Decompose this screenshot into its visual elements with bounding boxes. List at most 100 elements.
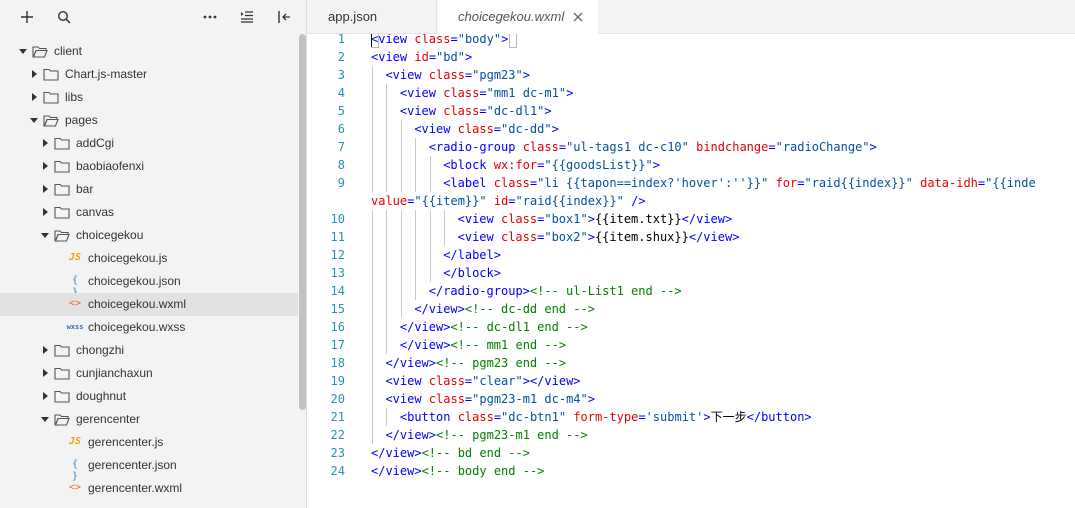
- chevron-right-icon[interactable]: [29, 69, 39, 79]
- chevron-right-icon[interactable]: [40, 345, 50, 355]
- line-number: 1: [337, 34, 345, 46]
- code-line[interactable]: 21 <button class="dc-btn1" form-type='sub…: [307, 408, 1075, 426]
- line-number: 19: [330, 374, 345, 388]
- code-line[interactable]: 23 </view><!-- bd end -->: [307, 444, 1075, 462]
- more-icon[interactable]: [199, 6, 221, 28]
- indent-guide: [372, 228, 373, 246]
- code-line[interactable]: value="{{item}}" id="raid{{index}}" />: [307, 192, 1075, 210]
- chevron-right-icon[interactable]: [40, 161, 50, 171]
- line-number: 18: [330, 356, 345, 370]
- tree-folder-item[interactable]: gerencenter: [0, 408, 298, 431]
- line-number: 2: [337, 50, 345, 64]
- chevron-right-icon[interactable]: [29, 92, 39, 102]
- code-line[interactable]: 22 </view><!-- pgm23-m1 end -->: [307, 426, 1075, 444]
- tree-item-label: choicegekou.js: [88, 251, 168, 265]
- indent-guide: [386, 84, 388, 102]
- tree-file-item[interactable]: wxss choicegekou.wxss: [0, 316, 298, 339]
- code-line[interactable]: 7 <radio-group class="ul-tags1 dc-c10" bi…: [307, 138, 1075, 156]
- line-number: 10: [330, 212, 345, 226]
- collapse-icon[interactable]: [273, 6, 295, 28]
- indent-guide: [429, 264, 431, 282]
- chevron-right-icon[interactable]: [40, 391, 50, 401]
- code-line[interactable]: 10 <view class="box1">{{item.txt}}</view>: [307, 210, 1075, 228]
- search-icon[interactable]: [53, 6, 75, 28]
- indent-guide: [400, 210, 402, 228]
- tree-file-item[interactable]: { } gerencenter.json: [0, 454, 298, 482]
- line-number: 4: [337, 86, 345, 100]
- chevron-down-icon[interactable]: [18, 46, 28, 56]
- code-line[interactable]: 11 <view class="box2">{{item.shux}}</view…: [307, 228, 1075, 246]
- code-line[interactable]: 24 </view><!-- body end -->: [307, 462, 1075, 480]
- code-line[interactable]: 19 <view class="clear"></view>: [307, 372, 1075, 390]
- line-number: 11: [330, 230, 345, 244]
- tab-choicegekou-wxml[interactable]: choicegekou.wxml: [438, 0, 598, 34]
- add-icon[interactable]: [16, 6, 38, 28]
- code-text: </view><!-- mm1 end -->: [399, 338, 567, 352]
- code-text: <radio-group class="ul-tags1 dc-c10" bin…: [428, 140, 877, 154]
- sidebar-scrollbar-thumb[interactable]: [299, 34, 306, 410]
- code-line[interactable]: 13 </block>: [307, 264, 1075, 282]
- line-number: 21: [330, 410, 345, 424]
- tree-folder-item[interactable]: baobiaofenxi: [0, 155, 298, 178]
- tree-file-item[interactable]: <> gerencenter.wxml: [0, 477, 298, 500]
- line-number: 14: [330, 284, 345, 298]
- code-line[interactable]: 6 <view class="dc-dd">: [307, 120, 1075, 138]
- code-line[interactable]: 20 <view class="pgm23-m1 dc-m4">: [307, 390, 1075, 408]
- close-icon[interactable]: [572, 11, 584, 23]
- tree-folder-item[interactable]: libs: [0, 86, 298, 109]
- code-line[interactable]: 15 </view><!-- dc-dd end -->: [307, 300, 1075, 318]
- code-line[interactable]: 2 <view id="bd">: [307, 48, 1075, 66]
- chevron-right-icon[interactable]: [40, 368, 50, 378]
- tree-folder-item[interactable]: bar: [0, 178, 298, 201]
- tree-folder-item[interactable]: doughnut: [0, 385, 298, 408]
- tree-folder-item[interactable]: Chart.js-master: [0, 63, 298, 86]
- tree-folder-item[interactable]: client: [0, 40, 298, 63]
- code-line[interactable]: 5 <view class="dc-dl1">: [307, 102, 1075, 120]
- chevron-down-icon[interactable]: [40, 230, 50, 240]
- code-text: <view class="pgm23-m1 dc-m4">: [385, 392, 595, 406]
- tree-file-item[interactable]: { } choicegekou.json: [0, 270, 298, 298]
- code-line[interactable]: 17 </view><!-- mm1 end -->: [307, 336, 1075, 354]
- code-line[interactable]: 9 <label class="li {{tapon==index?'hover'…: [307, 174, 1075, 192]
- tree-folder-item[interactable]: pages: [0, 109, 298, 132]
- code-line[interactable]: 1 <view class="body">: [307, 34, 1075, 48]
- code-line[interactable]: 3 <view class="pgm23">: [307, 66, 1075, 84]
- tree-file-item[interactable]: <> choicegekou.wxml: [0, 293, 298, 316]
- chevron-right-icon[interactable]: [40, 138, 50, 148]
- indent-guide: [415, 174, 417, 192]
- code-line[interactable]: 16 </view><!-- dc-dl1 end -->: [307, 318, 1075, 336]
- code-editor[interactable]: 1 <view class="body"> 2 <view id="bd"> 3 <vie…: [307, 34, 1075, 508]
- tree-folder-item[interactable]: cunjianchaxun: [0, 362, 298, 385]
- tree-folder-item[interactable]: choicegekou: [0, 224, 298, 247]
- outdent-icon[interactable]: [236, 6, 258, 28]
- code-text: <button class="dc-btn1" form-type='submi…: [399, 410, 812, 424]
- chevron-down-icon[interactable]: [29, 115, 39, 125]
- indent-guide: [372, 264, 373, 282]
- indent-guide: [372, 300, 373, 318]
- indent-guide: [400, 120, 402, 138]
- tree-file-item[interactable]: JS gerencenter.js: [0, 431, 298, 454]
- code-line[interactable]: 12 </label>: [307, 246, 1075, 264]
- tree-folder-item[interactable]: addCgi: [0, 132, 298, 155]
- tree-folder-item[interactable]: chongzhi: [0, 339, 298, 362]
- indent-guide: [400, 282, 402, 300]
- tree-file-item[interactable]: JS choicegekou.js: [0, 247, 298, 270]
- line-number: 23: [330, 446, 345, 460]
- code-line[interactable]: 18 </view><!-- pgm23 end -->: [307, 354, 1075, 372]
- bracket-match-highlight: [371, 34, 379, 48]
- code-line[interactable]: 14 </radio-group><!-- ul-List1 end -->: [307, 282, 1075, 300]
- code-line[interactable]: 4 <view class="mm1 dc-m1">: [307, 84, 1075, 102]
- chevron-right-icon[interactable]: [40, 184, 50, 194]
- folder-icon: [54, 137, 70, 150]
- line-number: 9: [337, 176, 345, 190]
- chevron-down-icon[interactable]: [40, 414, 50, 424]
- chevron-right-icon[interactable]: [40, 207, 50, 217]
- tab-app-json[interactable]: app.json: [307, 0, 437, 33]
- code-text: </radio-group><!-- ul-List1 end -->: [428, 284, 682, 298]
- indent-guide: [386, 174, 388, 192]
- code-text: <view class="pgm23">: [385, 68, 530, 82]
- code-text: <view class="box1">{{item.txt}}</view>: [457, 212, 733, 226]
- line-number: 7: [337, 140, 345, 154]
- code-line[interactable]: 8 <block wx:for="{{goodsList}}">: [307, 156, 1075, 174]
- tree-folder-item[interactable]: canvas: [0, 201, 298, 224]
